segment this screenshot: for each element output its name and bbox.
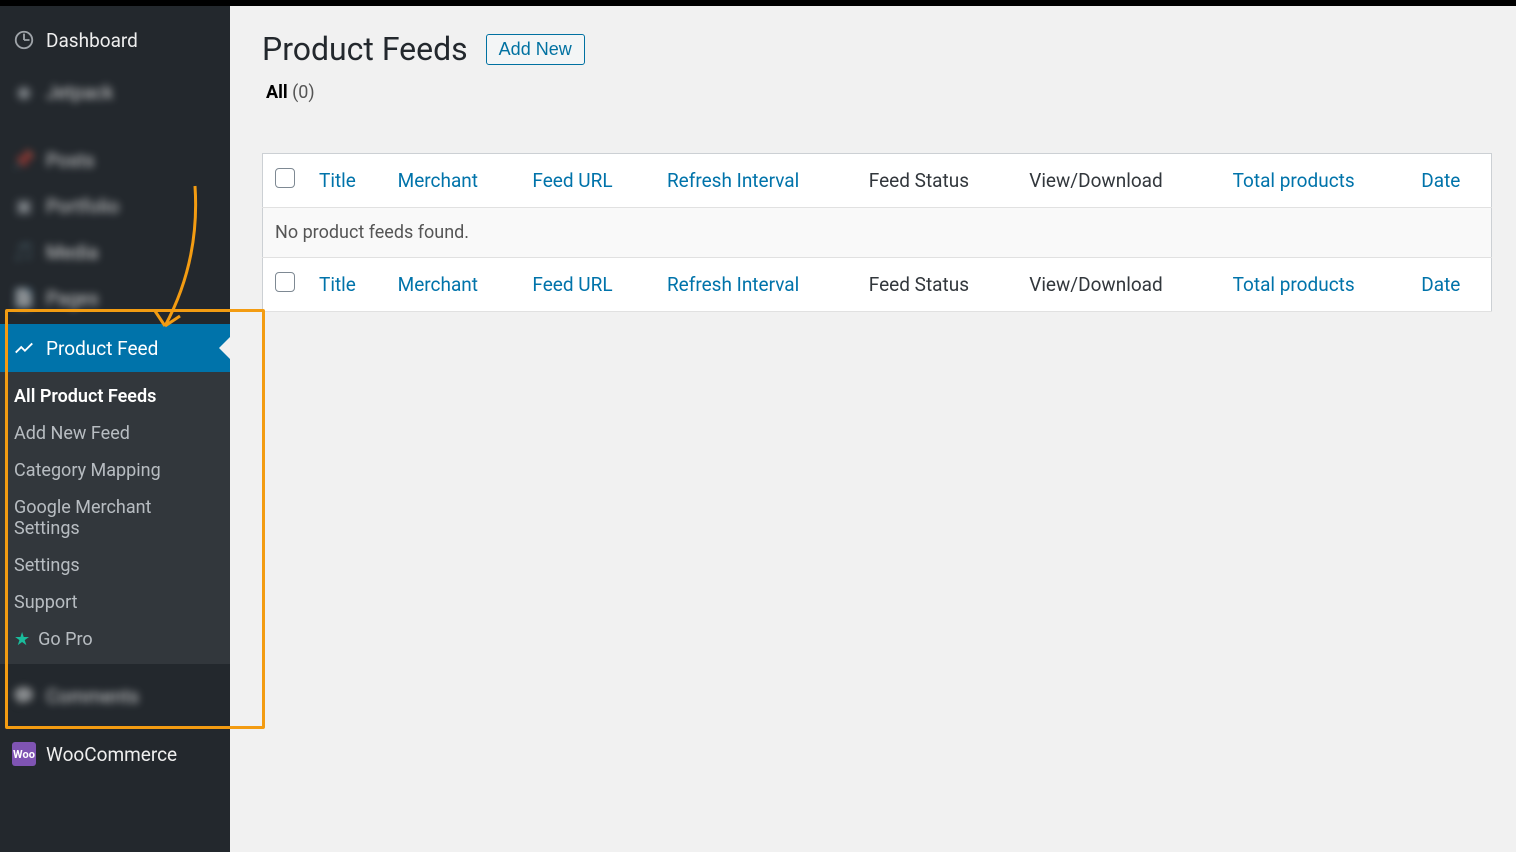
colf-view-download: View/Download	[1017, 258, 1220, 312]
submenu-category-mapping[interactable]: Category Mapping	[0, 452, 230, 489]
sidebar: Dashboard ◉ Jetpack 📌 Posts ▣ Portfolio …	[0, 6, 230, 852]
page-title: Product Feeds	[262, 30, 468, 68]
colf-status: Feed Status	[857, 258, 1017, 312]
sidebar-item-label: WooCommerce	[46, 743, 177, 766]
empty-row: No product feeds found.	[263, 208, 1492, 258]
col-check	[263, 154, 308, 208]
sidebar-item-label: Comments	[46, 685, 139, 708]
col-date-link[interactable]: Date	[1421, 169, 1460, 192]
jetpack-icon: ◉	[12, 80, 36, 104]
chart-icon	[12, 336, 36, 360]
sidebar-item-portfolio[interactable]: ▣ Portfolio	[0, 186, 230, 226]
sidebar-item-label: Pages	[46, 287, 99, 310]
sidebar-item-woocommerce[interactable]: Woo WooCommerce	[0, 734, 230, 774]
submenu-google-merchant[interactable]: Google Merchant Settings	[0, 489, 230, 547]
colf-merchant: Merchant	[386, 258, 521, 312]
colf-total: Total products	[1221, 258, 1410, 312]
filter-all[interactable]: All	[266, 82, 288, 103]
star-icon: ★	[14, 629, 30, 650]
sidebar-item-label: Portfolio	[46, 195, 119, 218]
select-all-checkbox-foot[interactable]	[275, 272, 295, 292]
sidebar-item-label: Media	[46, 241, 98, 264]
col-total-link[interactable]: Total products	[1233, 169, 1355, 192]
dashboard-icon	[12, 28, 36, 52]
col-total: Total products	[1221, 154, 1410, 208]
col-merchant-link[interactable]: Merchant	[398, 169, 478, 192]
colf-date-link[interactable]: Date	[1421, 273, 1460, 296]
sidebar-item-label: Posts	[46, 149, 95, 172]
col-refresh: Refresh Interval	[655, 154, 857, 208]
media-icon: 🎵	[12, 240, 36, 264]
colf-feed-url: Feed URL	[520, 258, 655, 312]
submenu: All Product Feeds Add New Feed Category …	[0, 372, 230, 664]
comments-icon: 💬	[12, 684, 36, 708]
layout: Dashboard ◉ Jetpack 📌 Posts ▣ Portfolio …	[0, 6, 1516, 852]
page-header: Product Feeds Add New	[262, 30, 1492, 68]
col-check-foot	[263, 258, 308, 312]
add-new-button[interactable]: Add New	[486, 34, 585, 65]
sidebar-item-jetpack[interactable]: ◉ Jetpack	[0, 72, 230, 112]
sidebar-item-label: Dashboard	[46, 29, 138, 52]
sidebar-item-posts[interactable]: 📌 Posts	[0, 140, 230, 180]
col-refresh-link[interactable]: Refresh Interval	[667, 169, 799, 192]
colf-refresh: Refresh Interval	[655, 258, 857, 312]
submenu-go-pro-label: Go Pro	[38, 629, 93, 650]
col-title: Title	[307, 154, 386, 208]
select-all-checkbox[interactable]	[275, 168, 295, 188]
sidebar-item-product-feed[interactable]: Product Feed	[0, 324, 230, 372]
sidebar-item-media[interactable]: 🎵 Media	[0, 232, 230, 272]
colf-merchant-link[interactable]: Merchant	[398, 273, 478, 296]
submenu-settings[interactable]: Settings	[0, 547, 230, 584]
sidebar-item-label: Jetpack	[46, 81, 113, 104]
pages-icon: 📄	[12, 286, 36, 310]
colf-refresh-link[interactable]: Refresh Interval	[667, 273, 799, 296]
colf-feed-url-link[interactable]: Feed URL	[532, 273, 612, 296]
col-view-download: View/Download	[1017, 154, 1220, 208]
colf-total-link[interactable]: Total products	[1233, 273, 1355, 296]
submenu-add-new[interactable]: Add New Feed	[0, 415, 230, 452]
col-merchant: Merchant	[386, 154, 521, 208]
colf-title: Title	[307, 258, 386, 312]
feeds-table: Title Merchant Feed URL Refresh Interval…	[262, 153, 1492, 312]
pin-icon: 📌	[12, 148, 36, 172]
sidebar-item-label: Product Feed	[46, 337, 158, 360]
col-status: Feed Status	[857, 154, 1017, 208]
sidebar-item-dashboard[interactable]: Dashboard	[0, 20, 230, 60]
submenu-all-feeds[interactable]: All Product Feeds	[0, 378, 230, 415]
colf-title-link[interactable]: Title	[319, 273, 356, 296]
submenu-go-pro[interactable]: ★ Go Pro	[0, 621, 230, 658]
col-feed-url: Feed URL	[520, 154, 655, 208]
portfolio-icon: ▣	[12, 194, 36, 218]
colf-date: Date	[1409, 258, 1491, 312]
col-feed-url-link[interactable]: Feed URL	[532, 169, 612, 192]
submenu-support[interactable]: Support	[0, 584, 230, 621]
col-date: Date	[1409, 154, 1491, 208]
woocommerce-icon: Woo	[12, 742, 36, 766]
filter-links: All (0)	[266, 82, 1492, 103]
sidebar-item-comments[interactable]: 💬 Comments	[0, 676, 230, 716]
sidebar-item-pages[interactable]: 📄 Pages	[0, 278, 230, 318]
main-content: Product Feeds Add New All (0) Title Merc…	[230, 6, 1516, 852]
col-title-link[interactable]: Title	[319, 169, 356, 192]
filter-count: (0)	[292, 82, 315, 103]
